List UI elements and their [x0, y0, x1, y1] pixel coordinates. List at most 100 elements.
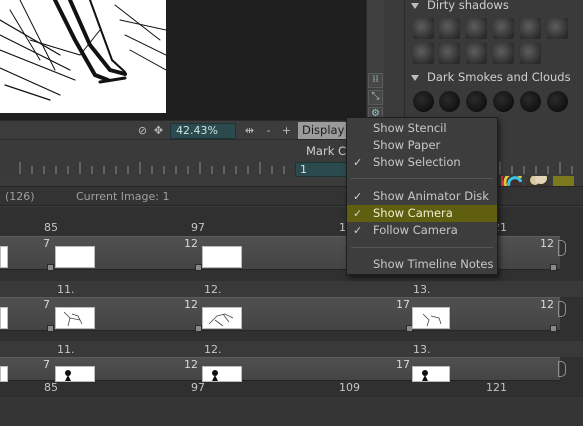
brush-swatch[interactable]	[413, 18, 434, 39]
flip-icon[interactable]: ⇹	[243, 124, 256, 137]
cell-handle[interactable]	[195, 325, 202, 332]
brush-swatch[interactable]	[413, 91, 434, 112]
menu-item-label: Show Camera	[373, 206, 453, 220]
canvas-paper	[0, 0, 166, 113]
collapse-triangle-icon	[411, 74, 419, 81]
brush-swatch[interactable]	[439, 43, 460, 64]
cell-handle[interactable]	[47, 325, 54, 332]
frame-thumbnail[interactable]	[0, 366, 8, 382]
collapse-triangle-icon	[411, 2, 419, 9]
timeline-footer-number: 121	[486, 381, 507, 394]
frame-thumbnail[interactable]	[202, 366, 242, 382]
timeline-track[interactable]: 7 12 17 12	[0, 297, 560, 332]
menu-item-show-timeline-notes[interactable]: Show Timeline Notes	[347, 256, 497, 273]
display-dropdown-menu: Show Stencil Show Paper ✓ Show Selection …	[346, 117, 498, 275]
drawing-canvas[interactable]	[0, 0, 366, 120]
track-end-cap[interactable]	[558, 361, 566, 377]
library-section-header[interactable]: Dirty shadows	[411, 0, 581, 14]
library-section-header[interactable]: Dark Smokes and Clouds	[411, 68, 581, 86]
timeline-footer-number: 97	[191, 381, 205, 394]
section-title: Dirty shadows	[427, 0, 509, 12]
reset-rotation-icon[interactable]: ⊘	[136, 124, 149, 137]
brush-swatch[interactable]	[466, 43, 487, 64]
brush-swatch[interactable]	[493, 91, 514, 112]
cell-duration: 12	[184, 298, 198, 311]
split-view-icon[interactable]: ⁞⁞	[368, 73, 383, 88]
brush-swatch[interactable]	[413, 43, 434, 64]
cell-duration: 7	[43, 358, 50, 371]
pan-icon[interactable]: ✥	[152, 124, 165, 137]
frame-thumbnail[interactable]	[55, 307, 95, 329]
brush-swatch[interactable]	[520, 91, 541, 112]
display-menu-button[interactable]: Display	[298, 122, 346, 139]
track-end-cap[interactable]	[558, 240, 566, 256]
sequence-label: 13.	[413, 283, 431, 296]
brush-swatch[interactable]	[493, 43, 514, 64]
brush-swatch[interactable]	[466, 18, 487, 39]
sequence-label: 13.	[413, 343, 431, 356]
checkmark-icon: ✓	[353, 207, 363, 220]
mark-label: Mark C	[306, 144, 347, 158]
cell-handle[interactable]	[550, 325, 557, 332]
zoom-in-button[interactable]: +	[280, 124, 293, 137]
cell-duration: 12	[540, 298, 554, 311]
frame-input[interactable]: 1	[295, 162, 347, 177]
menu-separator	[351, 178, 493, 179]
timeline-footer-number: 109	[339, 381, 360, 394]
cell-duration: 12	[540, 237, 554, 250]
cell-handle[interactable]	[47, 264, 54, 271]
cell-duration: 17	[396, 358, 410, 371]
image-count: (126)	[5, 190, 35, 203]
menu-item-follow-camera[interactable]: ✓ Follow Camera	[347, 222, 497, 239]
sketch-drawing	[0, 0, 166, 101]
brush-swatch[interactable]	[439, 91, 460, 112]
frame-thumbnail[interactable]	[55, 366, 95, 382]
view-status-bar: ⊘ ✥ 42.43% ⇹ - + Display	[0, 120, 404, 140]
brush-swatch[interactable]	[439, 18, 460, 39]
sequence-label: 11.	[57, 343, 75, 356]
frame-thumbnail[interactable]	[55, 246, 95, 268]
timeline-track[interactable]: 7 12 17	[0, 357, 560, 382]
frame-thumbnail[interactable]	[412, 307, 450, 329]
menu-item-show-camera[interactable]: ✓ Show Camera	[347, 205, 497, 222]
menu-item-show-animator-disk[interactable]: ✓ Show Animator Disk	[347, 188, 497, 205]
zoom-input[interactable]: 42.43%	[170, 123, 236, 139]
brush-swatch[interactable]	[547, 91, 568, 112]
menu-item-label: Show Selection	[373, 155, 461, 169]
timeline-scrollbar[interactable]	[0, 396, 583, 426]
sequence-label: 11.	[57, 283, 75, 296]
menu-item-show-paper[interactable]: Show Paper	[347, 137, 497, 154]
frame-thumbnail[interactable]	[202, 246, 242, 268]
expand-view-icon[interactable]: ⤡	[368, 90, 383, 105]
sequence-label: 12.	[204, 283, 222, 296]
brush-swatch[interactable]	[520, 18, 541, 39]
frame-thumbnail[interactable]	[0, 307, 8, 329]
timeline-header-number: 85	[44, 221, 58, 234]
cell-duration: 7	[43, 237, 50, 250]
frame-thumbnail[interactable]	[412, 366, 450, 382]
checkmark-icon: ✓	[353, 190, 363, 203]
frame-thumbnail[interactable]	[202, 307, 242, 329]
brush-swatch[interactable]	[493, 18, 514, 39]
timeline-header-number: 1	[339, 221, 346, 234]
brush-swatch[interactable]	[466, 91, 487, 112]
track-end-cap[interactable]	[558, 301, 566, 317]
cell-handle[interactable]	[550, 264, 557, 271]
zoom-out-button[interactable]: -	[262, 124, 275, 137]
menu-item-label: Show Paper	[373, 138, 441, 152]
sequence-label: 12.	[204, 343, 222, 356]
menu-item-show-stencil[interactable]: Show Stencil	[347, 120, 497, 137]
menu-item-show-selection[interactable]: ✓ Show Selection	[347, 154, 497, 171]
brush-swatch[interactable]	[547, 18, 568, 39]
track-labels: 11. 12. 13.	[0, 341, 583, 357]
cell-duration: 17	[396, 298, 410, 311]
timeline-header-number: 97	[191, 221, 205, 234]
frame-thumbnail[interactable]	[0, 246, 8, 268]
menu-item-label: Show Animator Disk	[373, 189, 489, 203]
cell-handle[interactable]	[195, 264, 202, 271]
view-toolbar-strip: ⁞⁞ ⤡ ⚙	[366, 0, 384, 122]
cell-duration: 12	[184, 358, 198, 371]
brush-swatch[interactable]	[520, 43, 541, 64]
menu-separator	[351, 247, 493, 248]
cell-duration: 12	[184, 237, 198, 250]
